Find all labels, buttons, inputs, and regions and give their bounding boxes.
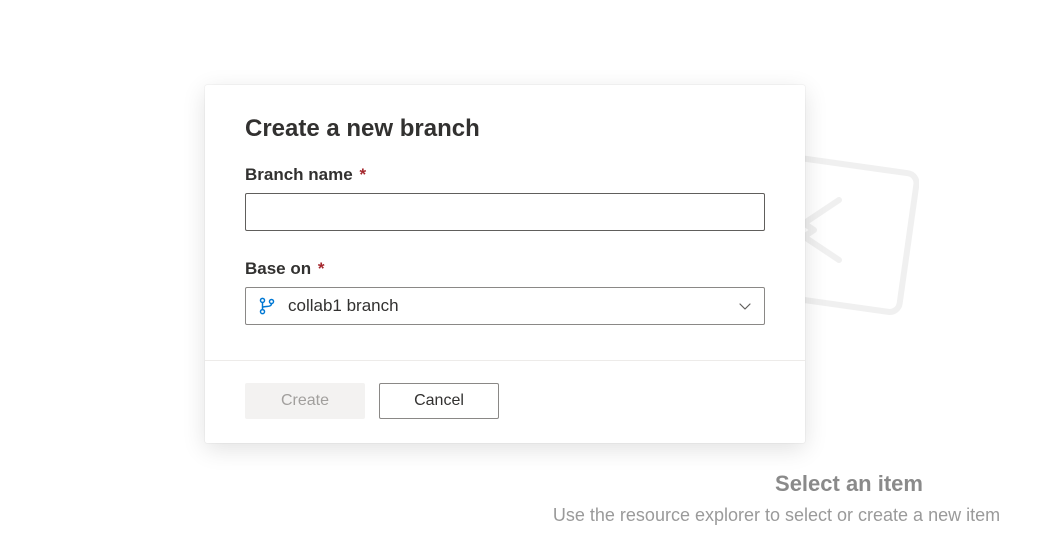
base-on-label: Base on *: [245, 259, 765, 279]
create-button[interactable]: Create: [245, 383, 365, 419]
branch-name-input[interactable]: [245, 193, 765, 231]
base-on-select[interactable]: collab1 branch: [245, 287, 765, 325]
cancel-button[interactable]: Cancel: [379, 383, 499, 419]
dialog-body: Create a new branch Branch name * Base o…: [205, 85, 805, 360]
dialog-title: Create a new branch: [245, 115, 765, 143]
base-on-selected-value: collab1 branch: [288, 296, 738, 316]
base-on-label-text: Base on: [245, 259, 311, 278]
branch-name-field-group: Branch name *: [245, 165, 765, 231]
required-indicator: *: [359, 165, 366, 184]
branch-name-label: Branch name *: [245, 165, 765, 185]
create-branch-dialog: Create a new branch Branch name * Base o…: [205, 85, 805, 443]
background-title: Select an item: [639, 471, 1059, 497]
base-on-field-group: Base on * collab1 branch: [245, 259, 765, 325]
git-branch-icon: [258, 297, 276, 315]
required-indicator: *: [318, 259, 325, 278]
background-empty-state: Select an item Use the resource explorer…: [459, 471, 1059, 526]
dialog-footer: Create Cancel: [205, 360, 805, 443]
chevron-down-icon: [738, 299, 752, 313]
background-subtitle: Use the resource explorer to select or c…: [494, 505, 1059, 526]
branch-name-label-text: Branch name: [245, 165, 353, 184]
